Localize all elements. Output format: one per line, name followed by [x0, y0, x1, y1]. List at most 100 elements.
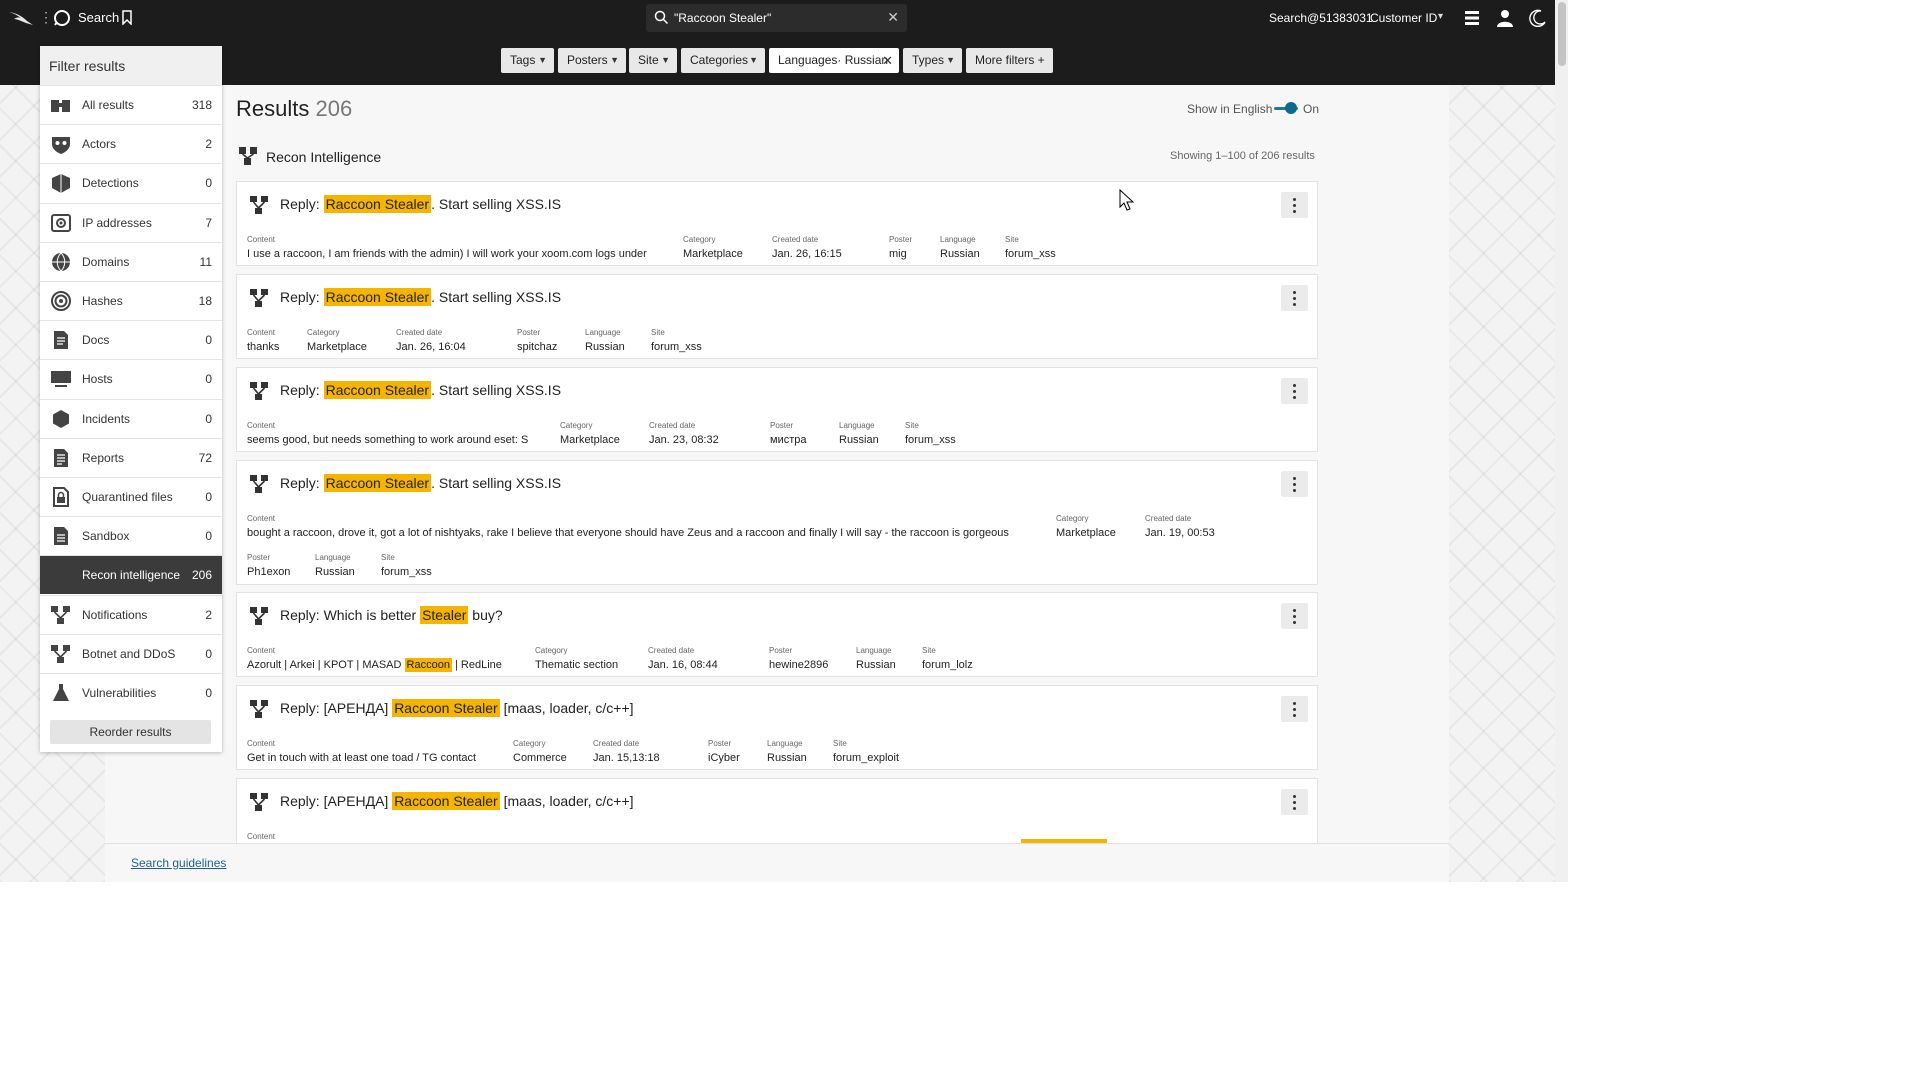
result-card[interactable]: Reply: [АРЕНДА] Raccoon Stealer [maas, l…: [236, 778, 1318, 848]
user-account[interactable]: Search@51383031: [1269, 11, 1373, 25]
notifications-stack-icon[interactable]: [1463, 9, 1481, 27]
filter-label: Types: [912, 53, 945, 67]
field-value: Jan. 15,13:18: [593, 752, 660, 764]
top-search-label[interactable]: Search: [78, 10, 119, 25]
more-options-button[interactable]: [1281, 789, 1308, 815]
dark-mode-moon-icon[interactable]: [1529, 9, 1547, 27]
content-text: Azorult | Arkei | KPOT | MASAD: [247, 659, 405, 671]
search-highlight: Raccoon Stealer: [323, 381, 432, 399]
search-query[interactable]: "Raccoon Stealer": [674, 11, 771, 25]
sidebar-item-detections[interactable]: Detections 0: [40, 163, 222, 202]
field-label: Content: [247, 235, 276, 244]
field-site: Site forum_xss: [381, 553, 432, 578]
result-title-link[interactable]: Reply: [АРЕНДА] Raccoon Stealer [maas, l…: [280, 792, 634, 810]
field-label: Site: [1005, 235, 1019, 244]
result-card[interactable]: Reply: Raccoon Stealer. Start selling XS…: [236, 181, 1318, 266]
result-card[interactable]: Reply: Which is better Stealer buy? Conte…: [236, 592, 1318, 677]
more-options-button[interactable]: [1281, 378, 1308, 404]
sidebar-item-ip-addresses[interactable]: IP addresses 7: [40, 202, 222, 242]
show-in-english-toggle[interactable]: [1274, 102, 1298, 114]
field-created: Created date Jan. 26, 16:15: [772, 235, 842, 260]
sidebar-item-notifications[interactable]: Notifications 2: [40, 594, 222, 634]
page-title: Results 206: [236, 96, 352, 122]
filter-more[interactable]: More filters +: [966, 48, 1053, 73]
reorder-results-button[interactable]: Reorder results: [50, 720, 211, 744]
result-card[interactable]: Reply: Raccoon Stealer. Start selling XS…: [236, 274, 1318, 359]
recon-icon: [250, 607, 268, 625]
user-icon[interactable]: [1496, 9, 1514, 27]
sidebar-item-label: Detections: [82, 176, 139, 191]
filter-types[interactable]: Types ▼: [903, 48, 962, 73]
mouse-cursor-icon: [1119, 189, 1135, 211]
bookmark-icon[interactable]: [121, 10, 133, 25]
filter-site[interactable]: Site ▼: [629, 48, 677, 73]
recon-icon: [250, 382, 268, 400]
result-card[interactable]: Reply: Raccoon Stealer. Start selling XS…: [236, 460, 1318, 585]
filter-categories[interactable]: Categories ▼: [681, 48, 765, 73]
flask-icon: [53, 684, 69, 701]
sidebar-item-count: 72: [198, 450, 212, 465]
remove-filter-icon[interactable]: ✕: [882, 48, 893, 73]
scrollbar-thumb[interactable]: [1558, 2, 1566, 66]
filter-label: Site: [638, 53, 659, 67]
sidebar-item-actors[interactable]: Actors 2: [40, 124, 222, 163]
sidebar-item-sandbox[interactable]: Sandbox 0: [40, 516, 222, 555]
result-title-link[interactable]: Reply: Raccoon Stealer. Start selling XS…: [280, 195, 561, 213]
chevron-down-icon[interactable]: ▾: [1438, 11, 1443, 22]
result-title-link[interactable]: Reply: Which is better Stealer buy?: [280, 606, 503, 624]
result-title-link[interactable]: Reply: Raccoon Stealer. Start selling XS…: [280, 474, 561, 492]
field-value: Jan. 26, 16:04: [396, 341, 466, 353]
field-label: Category: [535, 646, 568, 655]
search-guidelines-link[interactable]: Search guidelines: [131, 856, 226, 870]
sidebar-item-incidents[interactable]: Incidents 0: [40, 398, 222, 438]
falcon-logo-icon[interactable]: [8, 9, 34, 27]
field-label: Content: [247, 421, 276, 430]
result-title-link[interactable]: Reply: [АРЕНДА] Raccoon Stealer [maas, l…: [280, 699, 634, 717]
field-value: Russian: [585, 341, 625, 353]
content-text: | RedLine: [451, 659, 502, 671]
field-label: Language: [940, 235, 976, 244]
sidebar-item-reports[interactable]: Reports 72: [40, 437, 222, 477]
clear-icon[interactable]: ✕: [887, 9, 899, 26]
title-text: [maas, loader, c/c++]: [499, 700, 634, 716]
field-label: Site: [381, 553, 395, 562]
mask-icon: [52, 137, 70, 155]
field-label: Content: [247, 514, 276, 523]
sidebar-item-label: All results: [82, 98, 135, 112]
more-options-button[interactable]: [1281, 192, 1308, 218]
sidebar-item-recon-intelligence[interactable]: Recon intelligence 206: [40, 555, 222, 595]
field-value: Marketplace: [1056, 527, 1116, 539]
search-icon[interactable]: [53, 9, 71, 27]
field-value: Jan. 26, 16:15: [772, 248, 842, 260]
filter-tags[interactable]: Tags ▼: [501, 48, 554, 73]
more-options-button[interactable]: [1281, 603, 1308, 629]
document-icon: [54, 331, 68, 350]
more-options-button[interactable]: [1281, 285, 1308, 311]
sidebar-item-domains[interactable]: Domains 11: [40, 241, 222, 281]
more-options-button[interactable]: [1281, 696, 1308, 722]
sidebar-item-quarantined-files[interactable]: Quarantined files 0: [40, 477, 222, 516]
field-label: Language: [585, 328, 621, 337]
sidebar-item-docs[interactable]: Docs 0: [40, 320, 222, 359]
menu-dots-icon[interactable]: ⋮: [39, 10, 53, 24]
filter-languages[interactable]: Languages· Russian ✕: [769, 48, 899, 73]
result-card[interactable]: Reply: [АРЕНДА] Raccoon Stealer [maas, l…: [236, 685, 1318, 770]
field-label: Poster: [889, 235, 913, 244]
sidebar-item-hashes[interactable]: Hashes 18: [40, 281, 222, 320]
page-scrollbar[interactable]: [1555, 0, 1568, 882]
ip-icon: [51, 213, 71, 232]
customer-id-dropdown[interactable]: Customer ID: [1370, 11, 1437, 25]
sidebar-item-count: 0: [205, 529, 212, 544]
more-options-button[interactable]: [1281, 471, 1308, 497]
sidebar-item-count: 0: [205, 686, 212, 700]
filter-posters[interactable]: Posters ▼: [558, 48, 626, 73]
result-card[interactable]: Reply: Raccoon Stealer. Start selling XS…: [236, 367, 1318, 452]
result-title-link[interactable]: Reply: Raccoon Stealer. Start selling XS…: [280, 381, 561, 399]
field-label: Content: [247, 832, 276, 841]
sidebar-item-hosts[interactable]: Hosts 0: [40, 359, 222, 398]
result-title-link[interactable]: Reply: Raccoon Stealer. Start selling XS…: [280, 288, 561, 306]
sidebar-item-botnet-and-ddos[interactable]: Botnet and DDoS 0: [40, 633, 222, 673]
search-input[interactable]: "Raccoon Stealer" ✕: [646, 4, 907, 32]
sidebar-item-all-results[interactable]: All results 318: [40, 85, 222, 124]
sidebar-item-vulnerabilities[interactable]: Vulnerabilities 0: [40, 673, 222, 712]
